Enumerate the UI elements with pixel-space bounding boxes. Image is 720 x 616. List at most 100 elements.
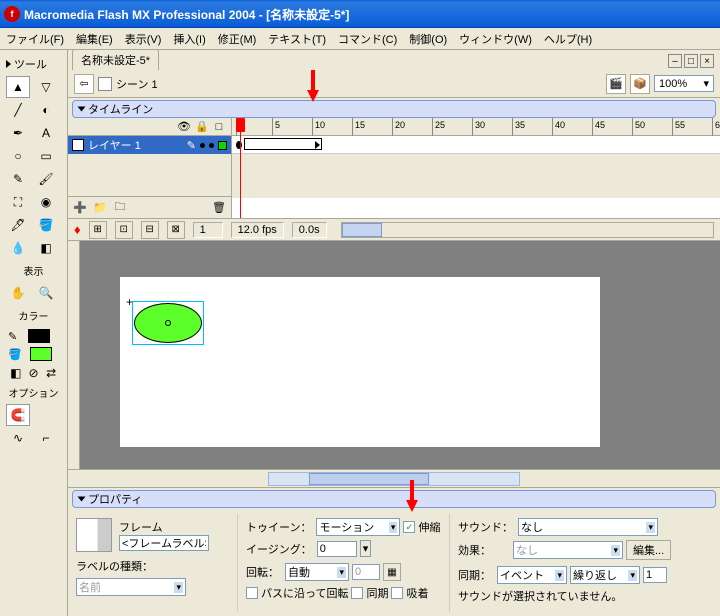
brush-tool[interactable]: 🖌: [34, 168, 58, 190]
smooth-option[interactable]: ∿: [6, 427, 30, 449]
oval-tool[interactable]: ○: [6, 145, 30, 167]
edit-scene-btn[interactable]: 🎬: [606, 74, 626, 94]
menu-view[interactable]: 表示(V): [125, 31, 162, 47]
eye-icon[interactable]: 👁: [177, 120, 189, 133]
frame-track[interactable]: [232, 136, 720, 154]
document-tab[interactable]: 名称未設定-5*: [72, 49, 159, 70]
stroke-color[interactable]: [28, 329, 50, 343]
swap-color-btn[interactable]: ⇄: [43, 365, 59, 381]
edit-bar: ⇦ シーン 1 🎬 📦 100%▾: [68, 70, 720, 98]
document-tabs: 名称未設定-5* – □ ×: [68, 50, 720, 70]
frame-thumbnail: [76, 518, 112, 552]
straighten-option[interactable]: ⌐: [34, 427, 58, 449]
menu-window[interactable]: ウィンドウ(W): [459, 31, 532, 47]
snap-checkbox[interactable]: [391, 587, 403, 599]
outline-icon[interactable]: □: [213, 121, 225, 133]
frame-ruler[interactable]: 1 5 10 15 20 25 30 35 40 45 50 55 60: [232, 118, 720, 136]
layer-columns-header: 👁 🔒 □: [68, 118, 231, 136]
edit-symbol-btn[interactable]: 📦: [630, 74, 650, 94]
doc-close-btn[interactable]: ×: [700, 54, 714, 68]
layer-row[interactable]: レイヤー 1 ✎: [68, 136, 231, 154]
sound-select[interactable]: なし▾: [518, 518, 658, 536]
free-transform-tool[interactable]: ⛶: [6, 191, 30, 213]
annotation-arrow-timeline: [307, 90, 319, 102]
scene-label: シーン 1: [116, 76, 158, 92]
label-type-select[interactable]: 名前▾: [76, 578, 186, 596]
menu-insert[interactable]: 挿入(I): [173, 31, 205, 47]
rotate-select[interactable]: 自動▾: [285, 563, 349, 581]
back-btn[interactable]: ⇦: [74, 74, 94, 94]
zoom-select[interactable]: 100%▾: [654, 75, 714, 92]
add-folder-btn[interactable]: 🗀: [112, 200, 128, 216]
window-title: Macromedia Flash MX Professional 2004 - …: [24, 6, 349, 23]
edit-multi-btn[interactable]: ⊠: [167, 221, 185, 239]
doc-restore-btn[interactable]: □: [684, 54, 698, 68]
selection-tool[interactable]: ▲: [6, 76, 30, 98]
text-tool[interactable]: A: [34, 122, 58, 144]
eyedropper-tool[interactable]: 💧: [6, 237, 30, 259]
menu-file[interactable]: ファイル(F): [6, 31, 64, 47]
scale-checkbox[interactable]: ✓: [403, 521, 415, 533]
edit-effect-btn[interactable]: 編集...: [626, 540, 671, 560]
sync-checkbox[interactable]: [351, 587, 363, 599]
repeat-select[interactable]: 繰り返し▾: [570, 566, 640, 584]
pen-tool[interactable]: ✒: [6, 122, 30, 144]
menu-text[interactable]: テキスト(T): [268, 31, 326, 47]
onion-outline-btn[interactable]: ⊟: [141, 221, 159, 239]
stage-canvas[interactable]: +: [120, 277, 600, 447]
no-color-btn[interactable]: ⊘: [26, 365, 42, 381]
subselect-tool[interactable]: ▽: [34, 76, 58, 98]
snap-option[interactable]: 🧲: [6, 404, 30, 426]
lasso-tool[interactable]: ◐: [34, 99, 58, 121]
timeline-panel: タイムライン 👁 🔒 □ レイヤー 1 ✎: [68, 98, 720, 241]
line-tool[interactable]: ╱: [6, 99, 30, 121]
hand-tool[interactable]: ✋: [6, 282, 30, 304]
paint-bucket-tool[interactable]: 🪣: [34, 214, 58, 236]
properties-header[interactable]: プロパティ: [72, 490, 716, 508]
timeline-header[interactable]: タイムライン: [72, 100, 716, 118]
onion-skin-btn[interactable]: ⊡: [115, 221, 133, 239]
menu-modify[interactable]: 修正(M): [218, 31, 257, 47]
tween-label: トゥイーン：: [246, 519, 311, 535]
lock-icon[interactable]: 🔒: [195, 120, 207, 133]
add-layer-btn[interactable]: ➕: [72, 200, 88, 216]
menu-edit[interactable]: 編集(E): [76, 31, 113, 47]
tools-title: ツール: [2, 54, 65, 74]
orient-path-checkbox[interactable]: [246, 587, 258, 599]
fill-color[interactable]: [30, 347, 52, 361]
rotate-label: 回転：: [246, 564, 280, 580]
playhead[interactable]: [236, 118, 245, 132]
zoom-tool[interactable]: 🔍: [34, 282, 58, 304]
timeline-frames[interactable]: 1 5 10 15 20 25 30 35 40 45 50 55 60: [232, 118, 720, 218]
doc-minimize-btn[interactable]: –: [668, 54, 682, 68]
sync-event-select[interactable]: イベント▾: [497, 566, 567, 584]
menu-control[interactable]: 制御(O): [409, 31, 447, 47]
bw-color-btn[interactable]: ◧: [8, 365, 24, 381]
ink-tool[interactable]: 🖋: [6, 214, 30, 236]
rotate-count-input[interactable]: [352, 564, 380, 580]
tween-select[interactable]: モーション▾: [316, 518, 400, 536]
timeline-scrollbar[interactable]: [341, 222, 714, 238]
frame-label-input[interactable]: [119, 535, 209, 551]
stage-area[interactable]: +: [80, 241, 720, 469]
rect-tool[interactable]: ▭: [34, 145, 58, 167]
elapsed-time: 0.0s: [292, 222, 327, 238]
add-guide-btn[interactable]: 📁: [92, 200, 108, 216]
menu-command[interactable]: コマンド(C): [338, 31, 397, 47]
easing-input[interactable]: [317, 541, 357, 557]
eraser-tool[interactable]: ◧: [34, 237, 58, 259]
fill-transform-tool[interactable]: ◉: [34, 191, 58, 213]
easing-stepper[interactable]: ▾: [360, 540, 372, 557]
stage-hscrollbar[interactable]: [68, 469, 720, 487]
scene-breadcrumb[interactable]: シーン 1: [98, 76, 158, 92]
menu-help[interactable]: ヘルプ(H): [544, 31, 592, 47]
rotate-opts-btn[interactable]: ▦: [383, 563, 401, 581]
pencil-tool[interactable]: ✎: [6, 168, 30, 190]
easing-label: イージング：: [246, 541, 312, 557]
repeat-count-input[interactable]: [643, 567, 667, 583]
selection-box[interactable]: [132, 301, 204, 345]
effect-select: なし▾: [513, 541, 623, 559]
delete-layer-btn[interactable]: 🗑: [211, 200, 227, 216]
center-frame-btn[interactable]: ⊞: [89, 221, 107, 239]
properties-panel: プロパティ フレーム ラベルの種類： 名前▾: [68, 487, 720, 616]
